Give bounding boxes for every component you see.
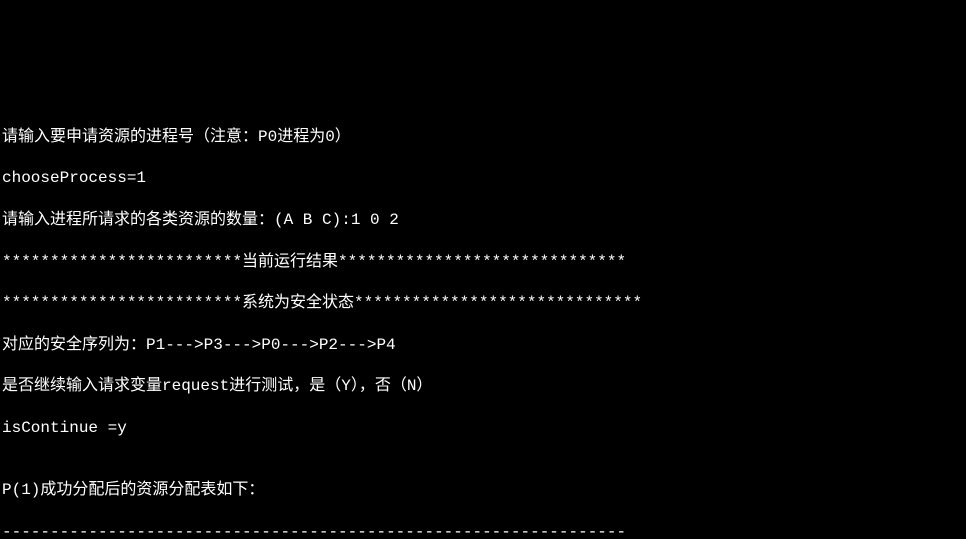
- request-resource-line: 请输入进程所请求的各类资源的数量：(A B C):1 0 2: [2, 210, 966, 231]
- request-resource-label: 请输入进程所请求的各类资源的数量：(A B C):: [2, 211, 351, 229]
- safe-sequence: 对应的安全序列为：P1--->P3--->P0--->P2--->P4: [2, 335, 966, 356]
- is-continue-line: isContinue =y: [2, 418, 966, 439]
- request-resource-value: 1 0 2: [351, 211, 399, 229]
- is-continue-value: y: [117, 419, 127, 437]
- terminal-output[interactable]: 请输入要申请资源的进程号（注意：P0进程为0） chooseProcess= 1 …: [0, 104, 966, 539]
- result-banner: *************************当前运行结果*********…: [2, 252, 966, 273]
- continue-prompt: 是否继续输入请求变量request进行测试，是（Y），否（N）: [2, 376, 966, 397]
- choose-process-line: chooseProcess=1: [2, 168, 966, 189]
- safe-state-banner: *************************系统为安全状态********…: [2, 293, 966, 314]
- choose-process-label: chooseProcess=: [2, 169, 136, 187]
- is-continue-label: isContinue =: [2, 419, 117, 437]
- prompt-process-id: 请输入要申请资源的进程号（注意：P0进程为0）: [2, 127, 966, 148]
- choose-process-value: 1: [136, 169, 146, 187]
- divider: ----------------------------------------…: [2, 522, 966, 539]
- allocation-table-title: P(1)成功分配后的资源分配表如下：: [2, 480, 966, 501]
